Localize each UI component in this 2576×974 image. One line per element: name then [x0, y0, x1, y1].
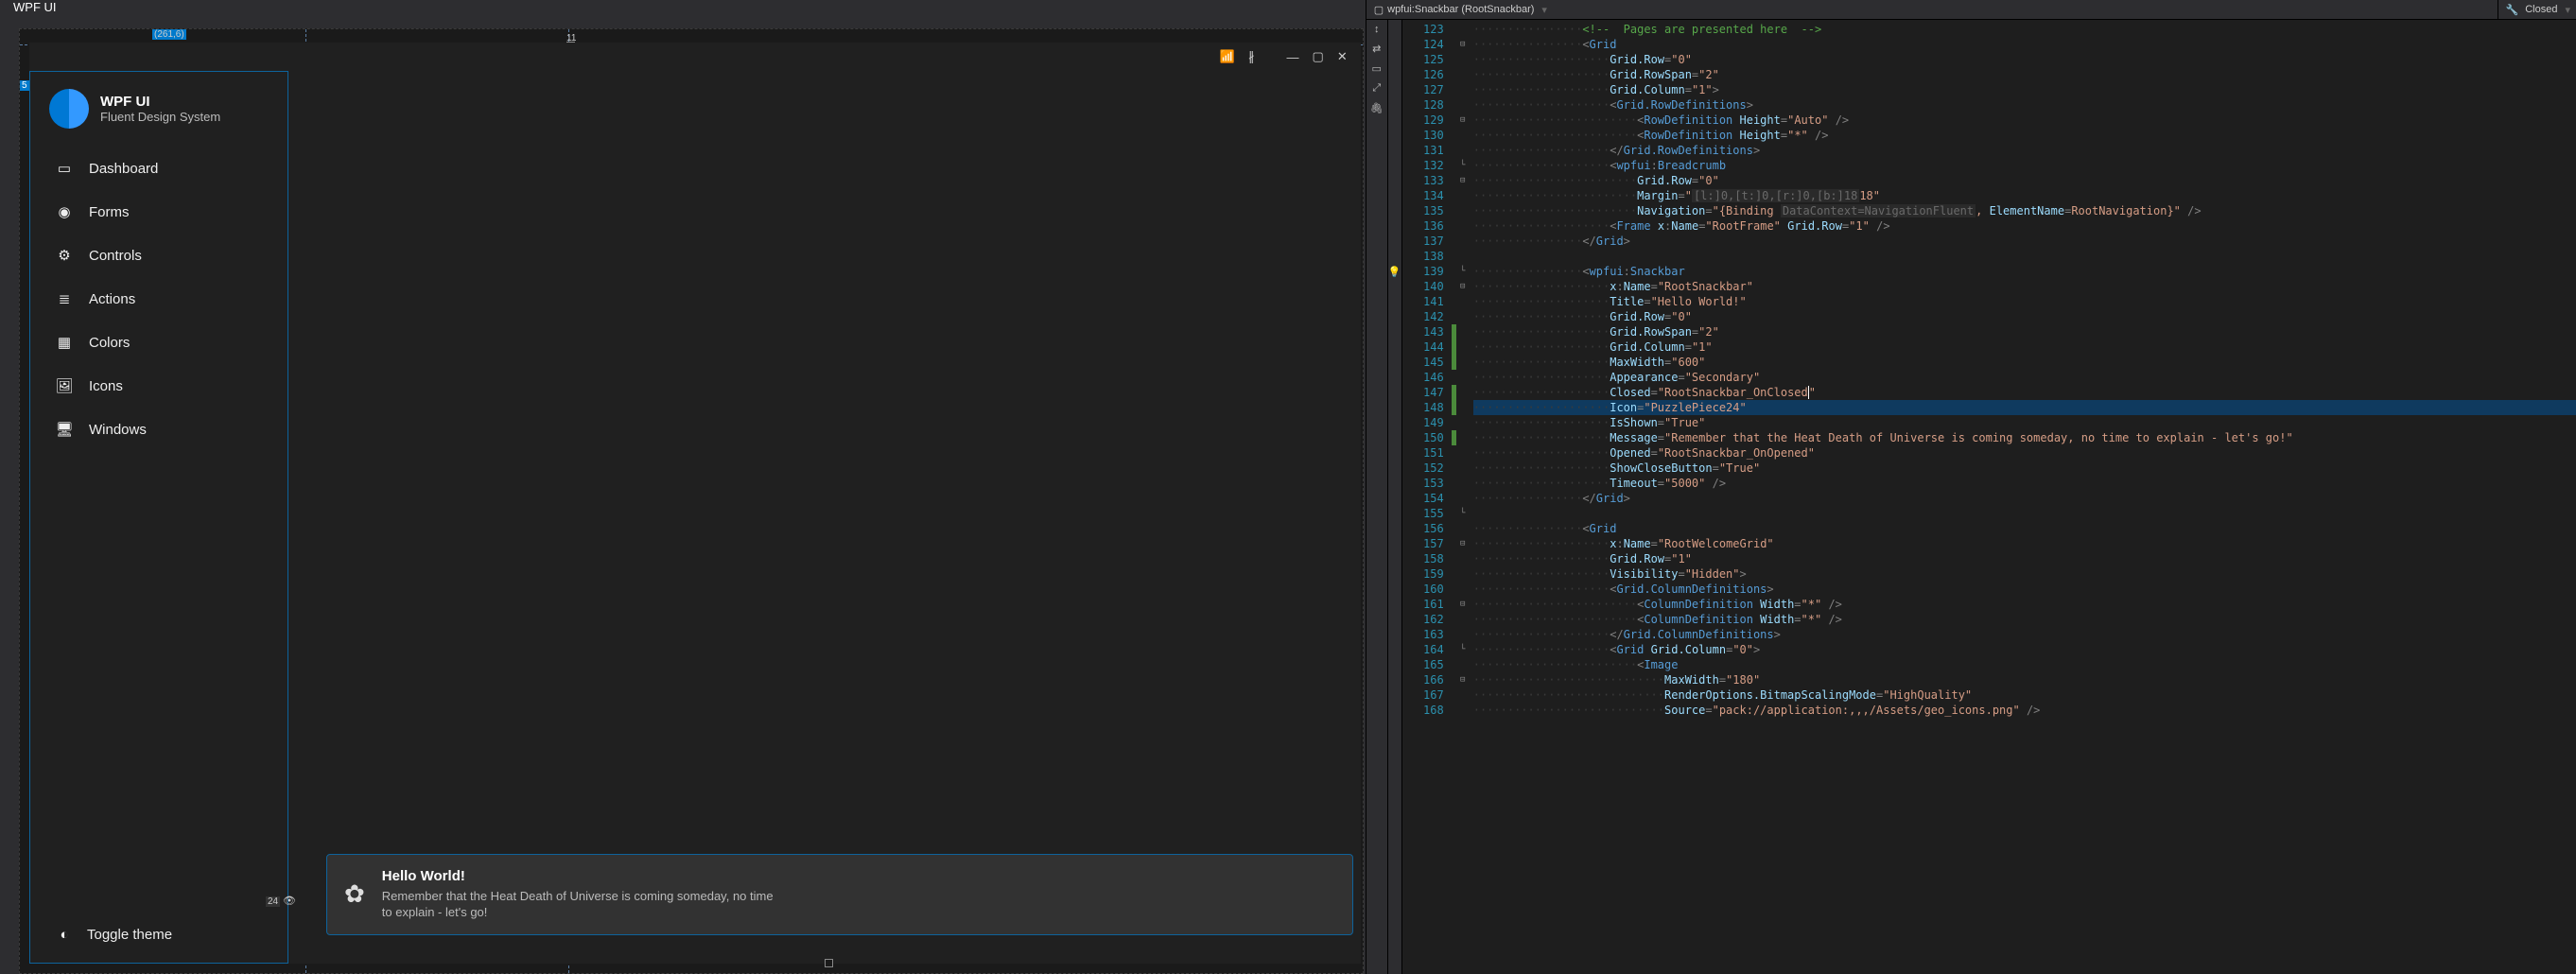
- member-nav-bar[interactable]: ▢ wpfui:Snackbar (RootSnackbar) ▾ Closed…: [1366, 0, 2576, 20]
- brand-logo-icon: [49, 89, 89, 129]
- list-icon: ≣: [55, 289, 74, 308]
- puzzle-icon: ✿: [344, 879, 365, 909]
- desktop-icon: 🖥: [55, 420, 74, 439]
- brand-title: WPF UI: [100, 94, 220, 110]
- nav-item-label: Forms: [89, 204, 130, 220]
- nav-item-label: Icons: [89, 378, 123, 394]
- code-text[interactable]: ················<!-- Pages are presented…: [1470, 20, 2576, 974]
- adorner-measure: 24: [266, 896, 280, 907]
- close-icon[interactable]: ✕: [1337, 49, 1348, 64]
- nav-item-label: Dashboard: [89, 161, 158, 177]
- document-tab[interactable]: WPF UI: [13, 0, 57, 14]
- preview-titlebar: 📶 ∦ — ▢ ✕: [29, 43, 1361, 71]
- side-tool-icon[interactable]: ▭: [1372, 62, 1382, 75]
- nav-list: ▭ Dashboard ◉ Forms ⚙ Controls ≣ Actions ▦ Colors…: [44, 149, 287, 448]
- link-icon: 👁: [283, 895, 296, 907]
- side-tool-icon[interactable]: ⇄: [1372, 43, 1381, 55]
- nav-item-label: Controls: [89, 248, 142, 264]
- theme-toggle-label: Toggle theme: [87, 927, 172, 943]
- code-editor[interactable]: 1231241251261271281291301311321331341351…: [1402, 20, 2576, 974]
- code-editor-pane: ▢ wpfui:Snackbar (RootSnackbar) ▾ Closed…: [1366, 0, 2576, 974]
- brand-subtitle: Fluent Design System: [100, 110, 220, 124]
- nav-scope-label: wpfui:Snackbar (RootSnackbar): [1387, 4, 1534, 15]
- nav-member-label: Closed: [2525, 4, 2557, 15]
- xaml-designer-pane[interactable]: WPF UI (261,6) 11 5 📶 ∦ — ▢ ✕: [0, 0, 1366, 974]
- bluetooth-icon: ∦: [1248, 49, 1255, 64]
- nav-item-gear[interactable]: ⚙ Controls: [44, 236, 287, 274]
- nav-scope[interactable]: ▢ wpfui:Snackbar (RootSnackbar): [1366, 4, 1542, 16]
- side-tool-icon[interactable]: 🖇: [1370, 102, 1384, 114]
- wifi-icon: 📶: [1220, 49, 1235, 64]
- design-surface[interactable]: (261,6) 11 5 📶 ∦ — ▢ ✕: [19, 28, 1364, 974]
- nav-item-accessibility[interactable]: ◉ Forms: [44, 193, 287, 231]
- editor-side-toolbar[interactable]: ↕ ⇄ ▭ ⤢ 🖇: [1366, 20, 1388, 974]
- preview-content: 24 👁 ✿ Hello World! Remember that the He…: [288, 71, 1361, 964]
- lightbulb-margin[interactable]: 💡: [1388, 20, 1402, 974]
- side-tool-icon[interactable]: ⤢: [1372, 82, 1381, 95]
- dashboard-icon: ▭: [55, 159, 74, 178]
- theme-toggle[interactable]: ◐ Toggle theme: [44, 915, 287, 953]
- brand-block: WPF UI Fluent Design System: [44, 81, 287, 144]
- grid-icon: ▦: [55, 333, 74, 352]
- scope-icon: ▢: [1374, 4, 1384, 16]
- nav-member[interactable]: Closed: [2498, 4, 2566, 16]
- minimize-icon[interactable]: —: [1287, 50, 1299, 64]
- nav-item-grid[interactable]: ▦ Colors: [44, 323, 287, 361]
- nav-item-list[interactable]: ≣ Actions: [44, 280, 287, 318]
- snackbar[interactable]: ✿ Hello World! Remember that the Heat De…: [326, 854, 1353, 935]
- nav-item-dashboard[interactable]: ▭ Dashboard: [44, 149, 287, 187]
- nav-item-desktop[interactable]: 🖥 Windows: [44, 410, 287, 448]
- gear-icon: ⚙: [55, 246, 74, 265]
- theme-icon: ◐: [55, 925, 74, 944]
- side-tool-icon[interactable]: ↕: [1374, 24, 1380, 35]
- nav-item-label: Windows: [89, 422, 147, 438]
- maximize-icon[interactable]: ▢: [1313, 49, 1324, 64]
- snackbar-message: Remember that the Heat Death of Universe…: [382, 888, 779, 921]
- image-icon: 🖼: [55, 376, 74, 395]
- nav-item-label: Actions: [89, 291, 135, 307]
- resize-handle[interactable]: [825, 959, 833, 967]
- position-tag: (261,6): [152, 29, 186, 40]
- preview-window: 📶 ∦ — ▢ ✕ WPF UI Fluent Design System: [29, 43, 1361, 964]
- line-number-gutter: 1231241251261271281291301311321331341351…: [1402, 20, 1452, 974]
- preview-sidebar: WPF UI Fluent Design System ▭ Dashboard ◉ F…: [29, 71, 288, 964]
- accessibility-icon: ◉: [55, 202, 74, 221]
- snackbar-title: Hello World!: [382, 868, 779, 884]
- nav-item-image[interactable]: 🖼 Icons: [44, 367, 287, 405]
- ruler-value-left: 5: [20, 80, 29, 91]
- nav-item-label: Colors: [89, 335, 130, 351]
- fold-margin[interactable]: ⊟⊟└⊟└⊟└⊟⊟└⊟: [1456, 20, 1470, 974]
